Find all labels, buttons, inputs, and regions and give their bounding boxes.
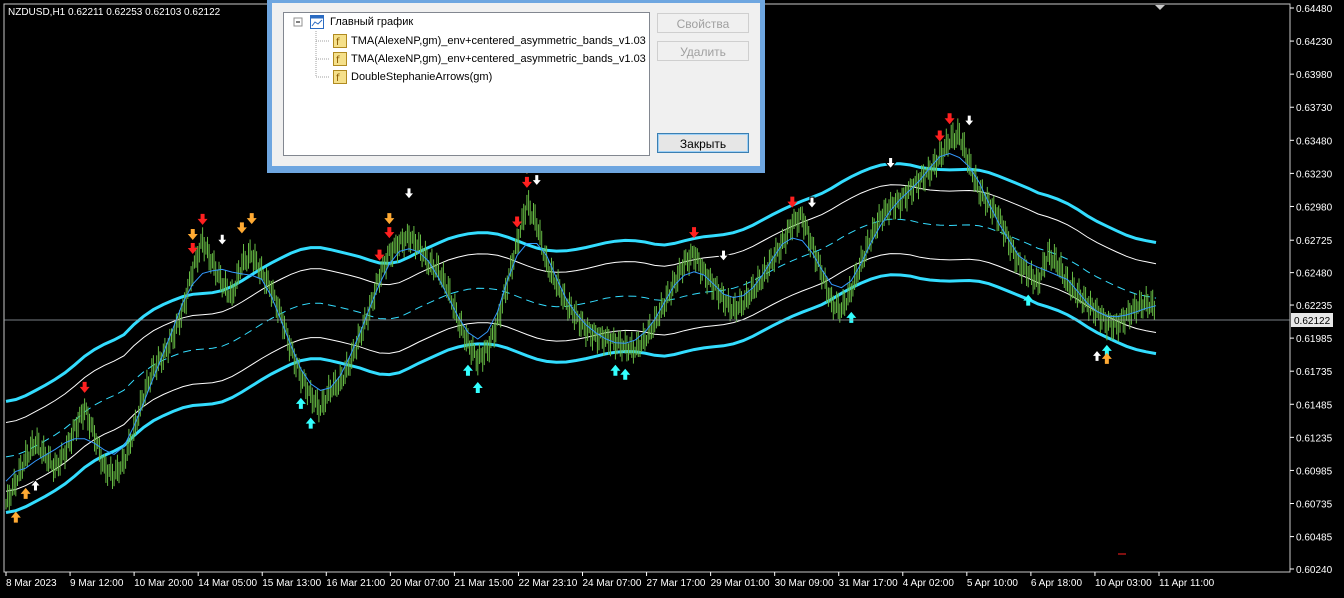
time-tick-label: 20 Mar 07:00 — [390, 578, 449, 589]
tree-item-label: TMA(AlexeNP,gm)_env+centered_asymmetric_… — [351, 53, 646, 65]
time-tick-label: 9 Mar 12:00 — [70, 578, 124, 589]
close-button[interactable]: Закрыть — [657, 133, 749, 153]
time-tick-label: 4 Apr 02:00 — [903, 578, 955, 589]
price-tick-label: 0.61985 — [1296, 334, 1333, 345]
tree-root-label: Главный график — [330, 16, 414, 28]
tree-item-label: DoubleStephanieArrows(gm) — [351, 71, 493, 83]
price-tick-label: 0.61735 — [1296, 367, 1333, 378]
price-tick-label: 0.62480 — [1296, 269, 1333, 280]
price-tick-label: 0.62235 — [1296, 301, 1333, 312]
indicator-tree[interactable]: Главный график f TMA(AlexeNP,gm)_env+cen… — [283, 12, 650, 156]
custom-indicator-icon: f — [333, 70, 347, 84]
time-tick-label: 11 Apr 11:00 — [1159, 578, 1215, 589]
dialog-body: Главный график f TMA(AlexeNP,gm)_env+cen… — [272, 3, 760, 166]
properties-button[interactable]: Свойства — [657, 13, 749, 33]
price-tick-label: 0.62980 — [1296, 202, 1333, 213]
time-tick-label: 14 Mar 05:00 — [198, 578, 257, 589]
time-tick-label: 21 Mar 15:00 — [454, 578, 513, 589]
custom-indicator-icon: f — [333, 34, 347, 48]
current-price-label: 0.62122 — [1294, 316, 1331, 327]
time-tick-label: 27 Mar 17:00 — [647, 578, 706, 589]
price-tick-label: 0.63480 — [1296, 136, 1333, 147]
price-tick-label: 0.63230 — [1296, 169, 1333, 180]
price-tick-label: 0.64230 — [1296, 37, 1333, 48]
price-tick-label: 0.63730 — [1296, 103, 1333, 114]
price-tick-label: 0.60240 — [1296, 565, 1333, 576]
time-tick-label: 31 Mar 17:00 — [839, 578, 898, 589]
time-tick-label: 5 Apr 10:00 — [967, 578, 1019, 589]
symbol-info: NZDUSD,H1 0.62211 0.62253 0.62103 0.6212… — [8, 7, 221, 18]
time-tick-label: 16 Mar 21:00 — [326, 578, 385, 589]
time-tick-label: 8 Mar 2023 — [6, 578, 57, 589]
time-tick-label: 24 Mar 07:00 — [583, 578, 642, 589]
indicator-list-dialog: Главный график f TMA(AlexeNP,gm)_env+cen… — [267, 0, 765, 173]
svg-text:f: f — [336, 55, 340, 66]
tree-item-label: TMA(AlexeNP,gm)_env+centered_asymmetric_… — [351, 35, 646, 47]
time-tick-label: 22 Mar 23:10 — [518, 578, 577, 589]
price-tick-label: 0.61485 — [1296, 400, 1333, 411]
time-tick-label: 30 Mar 09:00 — [775, 578, 834, 589]
delete-button[interactable]: Удалить — [657, 41, 749, 61]
time-tick-label: 15 Mar 13:00 — [262, 578, 321, 589]
price-tick-label: 0.60485 — [1296, 533, 1333, 544]
chart-window-icon — [310, 15, 324, 29]
price-tick-label: 0.64480 — [1296, 4, 1333, 15]
time-tick-label: 10 Apr 03:00 — [1095, 578, 1152, 589]
custom-indicator-icon: f — [333, 52, 347, 66]
time-tick-label: 10 Mar 20:00 — [134, 578, 193, 589]
price-tick-label: 0.63980 — [1296, 70, 1333, 81]
time-tick-label: 29 Mar 01:00 — [711, 578, 770, 589]
price-tick-label: 0.62725 — [1296, 236, 1333, 247]
price-tick-label: 0.61235 — [1296, 433, 1333, 444]
svg-text:f: f — [336, 73, 340, 84]
price-tick-label: 0.60985 — [1296, 466, 1333, 477]
time-tick-label: 6 Apr 18:00 — [1031, 578, 1083, 589]
price-tick-label: 0.60735 — [1296, 500, 1333, 511]
svg-text:f: f — [336, 37, 340, 48]
